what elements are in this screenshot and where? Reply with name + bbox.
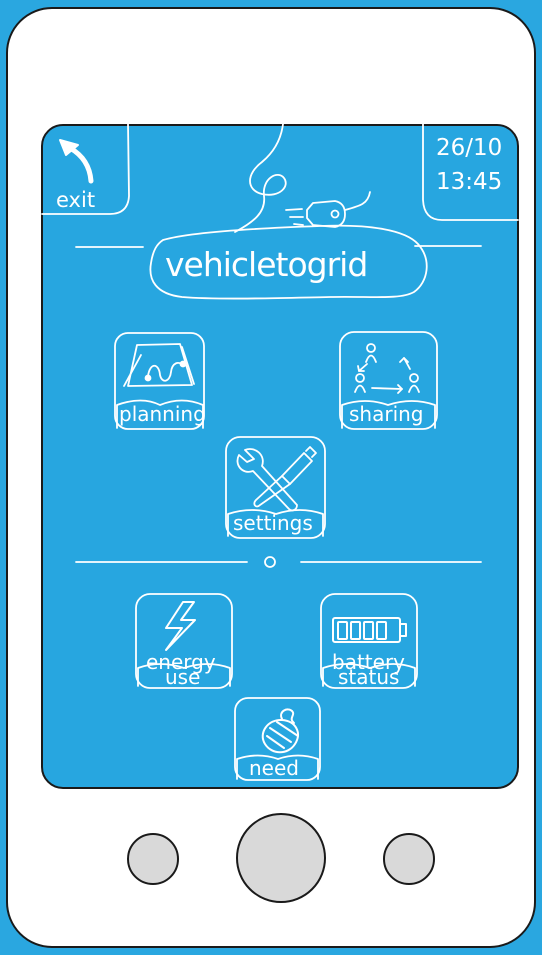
sharing-label: sharing: [349, 402, 424, 426]
plug-icon: [285, 200, 346, 228]
exit-label: exit: [56, 188, 96, 212]
settings-label: settings: [233, 511, 313, 535]
plug-cable: [344, 191, 371, 211]
planning-label: planning: [119, 402, 206, 426]
need-label: need: [249, 756, 299, 780]
cable-line: [234, 123, 287, 233]
time-text: 13:45: [436, 169, 503, 195]
divider-circle: [264, 556, 276, 568]
right-hardware-button[interactable]: [383, 833, 435, 885]
date-text: 26/10: [436, 135, 503, 161]
energy-label-line2: use: [165, 665, 201, 689]
battery-label-line2: status: [338, 665, 400, 689]
app-title: vehicletogrid: [165, 245, 368, 284]
home-hardware-button[interactable]: [236, 813, 326, 903]
left-hardware-button[interactable]: [127, 833, 179, 885]
